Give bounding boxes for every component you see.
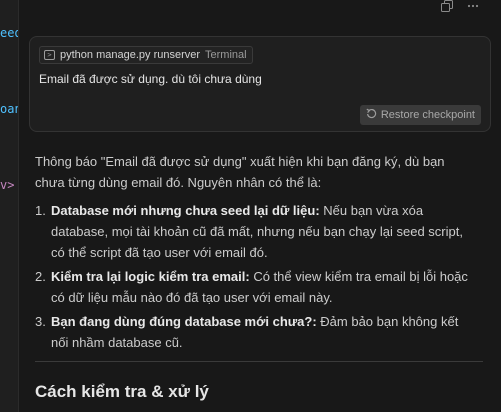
code-fragment: eed xyxy=(0,26,18,40)
cause-list: 1. Database mới nhưng chưa seed lại dữ li… xyxy=(35,200,475,356)
panel-divider[interactable] xyxy=(18,0,19,412)
list-item: 1. Database mới nhưng chưa seed lại dữ li… xyxy=(35,200,475,263)
list-number: 1. xyxy=(35,203,46,218)
restore-label: Restore checkpoint xyxy=(380,109,475,121)
code-fragment: v> xyxy=(0,178,15,192)
list-number: 2. xyxy=(35,269,46,284)
list-item: 3. Bạn đang dùng đúng database mới chưa?:… xyxy=(35,311,475,353)
list-item-title: Bạn đang dùng đúng database mới chưa?: xyxy=(51,314,317,329)
list-item-title: Kiểm tra lại logic kiểm tra email: xyxy=(51,269,250,284)
code-editor-strip[interactable]: eed oan v> xyxy=(0,0,18,412)
response-intro: Thông báo "Email đã được sử dụng" xuất h… xyxy=(35,154,445,190)
list-number: 3. xyxy=(35,314,46,329)
top-toolbar xyxy=(441,0,479,14)
more-icon[interactable] xyxy=(467,0,479,14)
list-item: 2. Kiểm tra lại logic kiểm tra email: Có … xyxy=(35,266,475,308)
code-fragment: oan xyxy=(0,102,18,116)
copy-icon[interactable] xyxy=(441,0,453,14)
command-text: python manage.py runserver xyxy=(60,49,201,61)
terminal-context-pill[interactable]: > python manage.py runserver Terminal xyxy=(39,46,253,64)
user-message-card: > python manage.py runserver Terminal Em… xyxy=(29,36,491,132)
section-heading: Cách kiểm tra & xử lý xyxy=(35,382,209,401)
chat-panel: eed oan v> > python manage.py runserver … xyxy=(0,0,501,412)
section-divider xyxy=(35,361,483,362)
command-tag: Terminal xyxy=(205,49,247,61)
restore-icon xyxy=(366,108,377,122)
user-message-text: Email đã được sử dụng. dù tôi chưa dùng xyxy=(39,72,262,86)
list-item-title: Database mới nhưng chưa seed lại dữ liệu… xyxy=(51,203,320,218)
terminal-icon: > xyxy=(44,50,55,60)
restore-checkpoint-button[interactable]: Restore checkpoint xyxy=(359,105,481,125)
